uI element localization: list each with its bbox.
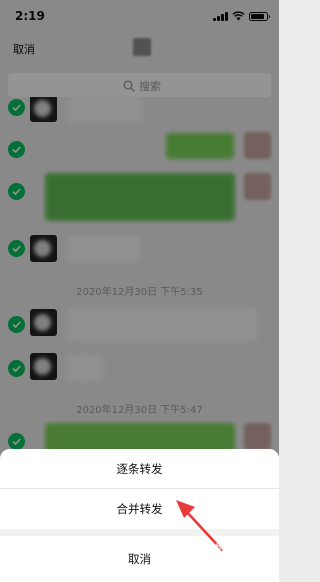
merge-forward-option[interactable]: 合并转发 [0, 489, 279, 529]
forward-one-by-one-option[interactable]: 逐条转发 [0, 449, 279, 489]
watermark-logo: Baidu 经验 [156, 539, 244, 557]
divider [0, 529, 279, 536]
forward-action-sheet: 逐条转发 合并转发 取消 [0, 449, 279, 582]
